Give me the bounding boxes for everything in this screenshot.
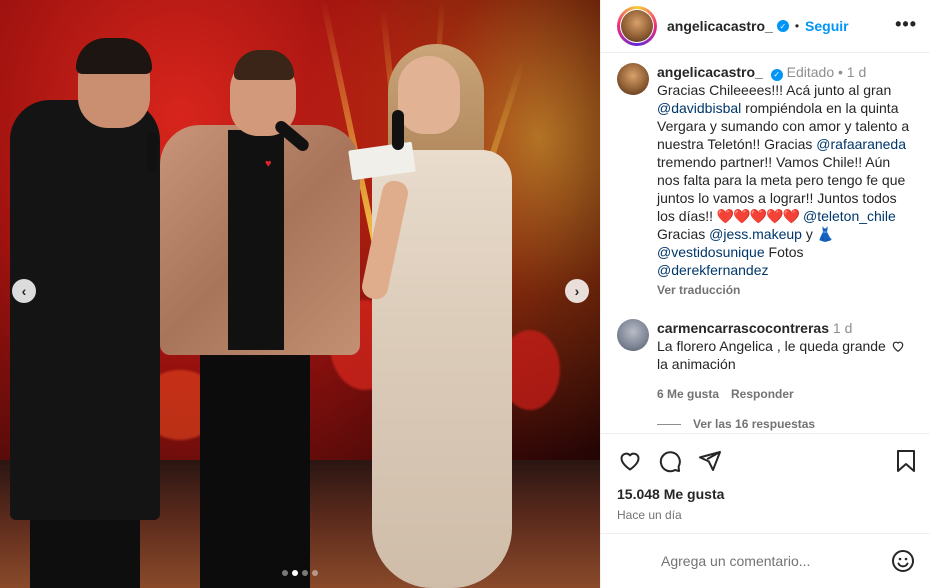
comment-time[interactable]: 1 d — [833, 320, 852, 336]
comment-input[interactable] — [661, 553, 891, 569]
emoji-icon[interactable] — [891, 549, 915, 573]
chevron-right-icon: › — [574, 283, 580, 299]
singer-hair — [234, 50, 294, 80]
verified-icon: ✓ — [770, 69, 783, 81]
carousel-dot — [302, 570, 308, 576]
caption-fragment: y 👗 — [801, 226, 839, 242]
singer-legs — [200, 350, 310, 588]
microphone — [392, 110, 404, 150]
bookmark-icon[interactable] — [893, 448, 919, 474]
comments-list[interactable]: angelicacastro_ ✓ Editado • 1 d Gracias … — [601, 53, 930, 433]
caption-text: Gracias Chileeees!!! Acá junto al gran @… — [657, 81, 915, 279]
share-icon[interactable] — [697, 448, 723, 474]
caption-fragment: Fotos — [764, 244, 808, 260]
post-actions: 15.048 Me gusta Hace un día — [601, 433, 930, 522]
caption: angelicacastro_ ✓ Editado • 1 d Gracias … — [617, 63, 915, 299]
author-username[interactable]: angelicacastro_ — [667, 18, 773, 34]
carousel-dot — [292, 570, 298, 576]
post-media[interactable]: ♥ ‹ › — [0, 0, 600, 588]
mention-link[interactable]: @jess.makeup — [709, 226, 802, 242]
reply-button[interactable]: Responder — [731, 385, 794, 403]
separator-dot: • — [794, 19, 800, 33]
caption-username[interactable]: angelicacastro_ — [657, 64, 763, 80]
singer-shirt — [228, 130, 284, 350]
caption-fragment: Gracias Chileeees!!! Acá junto al gran — [657, 82, 896, 98]
follow-button[interactable]: Seguir — [805, 18, 849, 34]
mention-link[interactable]: @rafaaraneda — [816, 136, 906, 152]
like-count[interactable]: 15.048 Me gusta — [617, 486, 915, 502]
host-left — [10, 100, 160, 520]
microphone — [146, 132, 158, 172]
instagram-post-view: ♥ ‹ › angelicacastro_ ✓ • Seguir ••• ang… — [0, 0, 930, 588]
avatar[interactable] — [617, 63, 649, 95]
story-ring[interactable] — [617, 6, 657, 46]
comment-username[interactable]: carmencarrascocontreras — [657, 320, 829, 336]
host-right-head — [398, 56, 460, 134]
see-translation-button[interactable]: Ver traducción — [657, 281, 915, 299]
chevron-left-icon: ‹ — [21, 283, 27, 299]
verified-icon: ✓ — [776, 20, 789, 32]
more-options-icon[interactable]: ••• — [895, 14, 917, 35]
comment-text: La florero Angelica , le queda grande la… — [657, 338, 886, 372]
mention-link[interactable]: @vestidosunique — [657, 244, 765, 260]
carousel-prev-button[interactable]: ‹ — [12, 279, 36, 303]
post-time[interactable]: Hace un día — [617, 508, 915, 522]
view-replies-button[interactable]: Ver las 16 respuestas — [657, 417, 915, 431]
host-left-hair — [76, 38, 152, 74]
mention-link[interactable]: @teleton_chile — [803, 208, 896, 224]
carousel-indicator — [0, 570, 600, 576]
divider — [657, 423, 681, 425]
carousel-next-button[interactable]: › — [565, 279, 589, 303]
comment-item: carmencarrascocontreras 1 d La florero A… — [617, 319, 915, 403]
comment-likes[interactable]: 6 Me gusta — [657, 385, 719, 403]
post-header: angelicacastro_ ✓ • Seguir ••• — [601, 0, 930, 53]
carousel-dot — [282, 570, 288, 576]
comment-composer — [601, 533, 930, 588]
heart-pin-icon: ♥ — [265, 158, 272, 170]
caption-time[interactable]: 1 d — [847, 64, 866, 80]
mention-link[interactable]: @davidbisbal — [657, 100, 741, 116]
hearts-emoji: ❤️❤️❤️❤️❤️ — [716, 208, 800, 224]
heart-icon[interactable] — [617, 448, 643, 474]
separator-dot: • — [838, 64, 847, 80]
like-comment-icon[interactable] — [891, 339, 905, 356]
edited-label: Editado — [786, 64, 835, 80]
avatar[interactable] — [621, 10, 653, 42]
view-replies-label: Ver las 16 respuestas — [693, 417, 816, 431]
avatar[interactable] — [617, 319, 649, 351]
comment-icon[interactable] — [657, 448, 683, 474]
mention-link[interactable]: @derekfernandez — [657, 262, 769, 278]
carousel-dot — [312, 570, 318, 576]
post-side-panel: angelicacastro_ ✓ • Seguir ••• angelicac… — [600, 0, 930, 588]
